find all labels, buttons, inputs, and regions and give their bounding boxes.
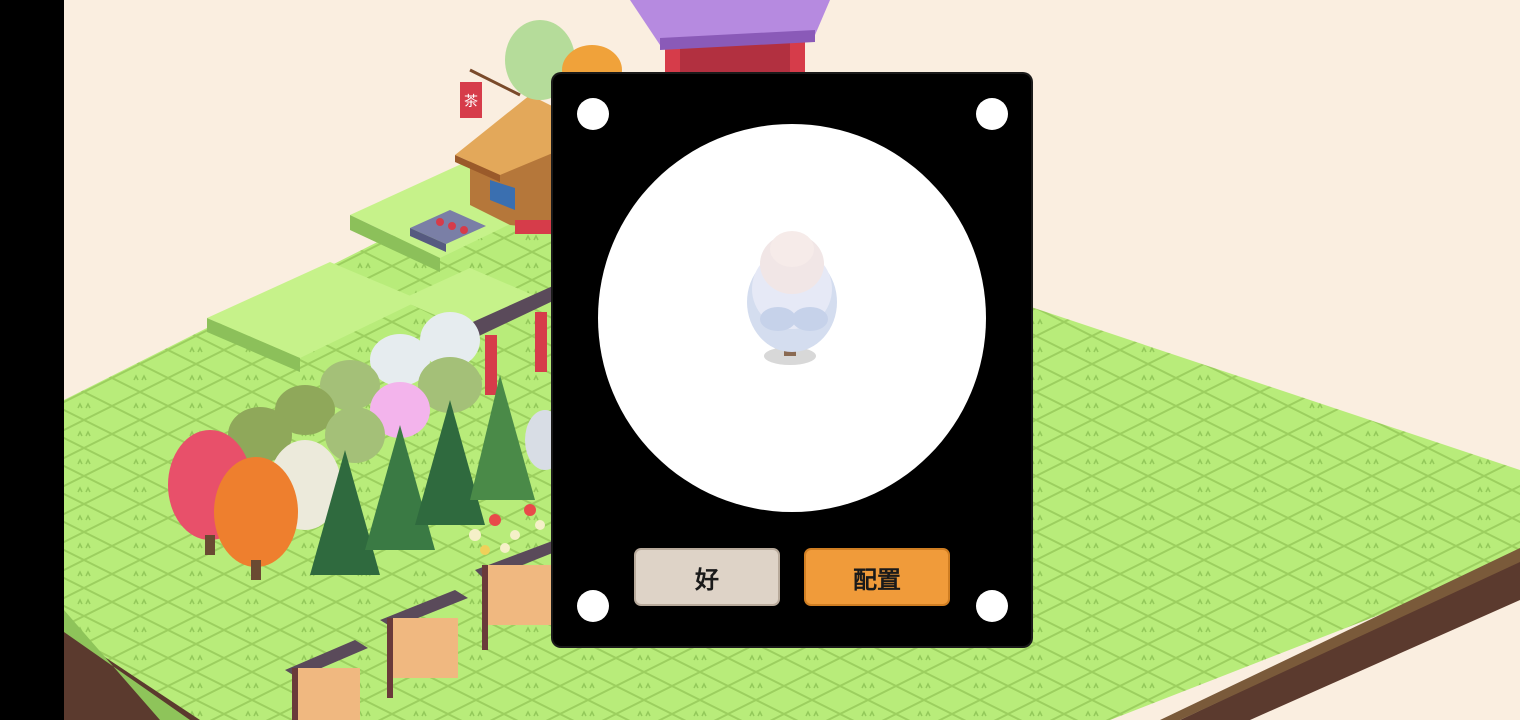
corner-dot-bottom-left xyxy=(577,590,609,622)
shrine xyxy=(630,0,830,80)
left-letterbox xyxy=(0,0,64,720)
ok-button[interactable]: 好 xyxy=(634,548,780,606)
placement-dialog: 好 配置 xyxy=(553,74,1031,646)
shop-sign-text: 茶 xyxy=(464,94,478,110)
corner-dot-bottom-right xyxy=(976,590,1008,622)
game-screen: 茶 好 配置 xyxy=(0,0,1520,720)
place-button[interactable]: 配置 xyxy=(804,548,950,606)
frosted-tree-icon xyxy=(747,231,837,365)
item-preview xyxy=(598,124,986,512)
